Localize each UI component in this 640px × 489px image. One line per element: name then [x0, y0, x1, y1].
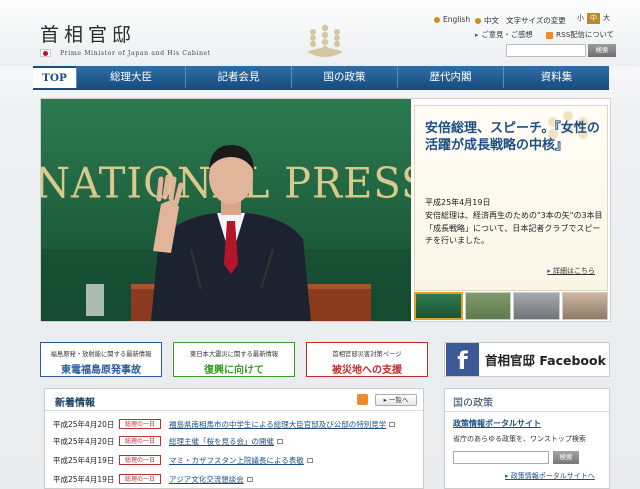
policy-portal-link[interactable]: 政策情報ポータルサイト [453, 418, 541, 429]
news-link[interactable]: 福島県南相馬市の中学生による総理大臣官邸及び公邸の特別見学 [169, 419, 386, 430]
hero-caption-panel: 安倍総理、スピーチ。『女性の活躍が成長戦略の中核』 平成25年4月19日 安倍総… [414, 105, 608, 291]
banner-reconstruction-subtitle: 東日本大震災に関する最新情報 [189, 351, 279, 358]
rss-info-label: RSS配信について [556, 30, 614, 39]
policy-search-button[interactable]: 検索 [553, 451, 579, 464]
banner-disaster-support[interactable]: 首相官邸災害対策ページ 被災地への支援 [306, 342, 428, 377]
policy-portal-more-link[interactable]: ▸ 政策情報ポータルサイトへ [505, 471, 595, 481]
banner-fukushima[interactable]: 福島原発・放射能に関する最新情報 東電福島原発事故 [40, 342, 162, 377]
font-size-small[interactable]: 小 [574, 13, 587, 24]
nav-policy[interactable]: 国の政策 [292, 66, 398, 88]
thumbnail-2[interactable] [464, 292, 511, 320]
hero-feature: NATIONAL PRESS [40, 98, 611, 322]
english-label: English [443, 15, 471, 24]
news-date: 平成25年4月20日 [53, 419, 115, 429]
banner-reconstruction[interactable]: 東日本大震災に関する最新情報 復興に向けて [173, 342, 295, 377]
feedback-label: ご意見・ご感想 [481, 30, 533, 39]
hero-photo[interactable]: NATIONAL PRESS [41, 99, 411, 321]
news-category-badge: 総理の一日 [119, 419, 161, 429]
news-title: 新着情報 [55, 398, 95, 409]
hero-thumbnails [414, 292, 608, 320]
policy-portal-description: 省庁のあらゆる政策を、ワンストップ検索 [453, 435, 586, 443]
news-category-badge: 総理の一日 [119, 455, 161, 465]
site-header: 首相官邸 Prime Minister of Japan and His Cab… [0, 0, 640, 66]
policy-more-label: 政策情報ポータルサイトへ [510, 472, 595, 480]
nav-press-conference[interactable]: 記者会見 [186, 66, 292, 88]
bullet-icon [434, 16, 440, 23]
news-date: 平成25年4月19日 [53, 474, 115, 484]
news-row: 平成25年4月20日 総理の一日 総理主催「桜を見る会」の開催 [53, 434, 283, 448]
policy-search-input[interactable] [453, 451, 549, 464]
font-size-medium[interactable]: 中 [587, 13, 600, 24]
site-logo-title[interactable]: 首相官邸 [40, 20, 136, 47]
arrow-right-icon: ▸ [475, 31, 479, 39]
news-link[interactable]: 総理主催「桜を見る会」の開催 [169, 436, 274, 447]
hero-more-label: 詳細はこちら [553, 267, 595, 275]
news-header: 新着情報 ▸ 一覧へ [45, 389, 423, 411]
site-search-button[interactable]: 検索 [588, 44, 616, 57]
thumbnail-1[interactable] [414, 292, 463, 320]
facebook-icon: f [446, 343, 479, 376]
japan-flag-icon [40, 49, 51, 57]
news-row: 平成25年4月19日 総理の一日 マミ・カザフスタン上院議長による表敬 [53, 453, 313, 467]
nav-top[interactable]: TOP [33, 66, 77, 88]
banner-reconstruction-title: 復興に向けて [204, 365, 264, 376]
banner-disaster-title: 被災地への支援 [332, 365, 402, 376]
font-size-label: 文字サイズの変更 [506, 16, 566, 25]
nav-documents[interactable]: 資料集 [504, 66, 609, 88]
news-date: 平成25年4月19日 [53, 455, 115, 465]
news-link[interactable]: マミ・カザフスタン上院議長による表敬 [169, 455, 304, 466]
news-list-button[interactable]: ▸ 一覧へ [375, 394, 417, 406]
english-link[interactable]: English [434, 15, 470, 24]
facebook-label: 首相官邸 Facebook [485, 353, 606, 368]
divider [445, 411, 609, 412]
external-window-icon [277, 438, 283, 444]
nav-prime-minister[interactable]: 総理大臣 [77, 66, 186, 88]
facebook-banner[interactable]: f 首相官邸 Facebook [444, 342, 610, 377]
rss-icon[interactable] [357, 394, 368, 405]
news-category-badge: 総理の一日 [119, 474, 161, 484]
news-link[interactable]: アジア文化交流懇談会 [169, 474, 244, 485]
banner-disaster-subtitle: 首相官邸災害対策ページ [332, 351, 402, 358]
rss-icon [546, 31, 553, 39]
hero-date: 平成25年4月19日 [425, 198, 491, 207]
news-row: 平成25年4月20日 総理の一日 福島県南相馬市の中学生による総理大臣官邸及び公… [53, 417, 396, 431]
main-nav: TOP 総理大臣 記者会見 国の政策 歴代内閣 資料集 [33, 66, 609, 88]
hero-description: 安倍総理は、経済再生のための"3本の矢"の3本目「成長戦略」について、日本記者ク… [425, 211, 603, 245]
nav-divider [33, 88, 609, 90]
speaker-figure [41, 145, 411, 321]
news-panel: 新着情報 ▸ 一覧へ 平成25年4月20日 総理の一日 福島県南相馬市の中学生に… [44, 388, 424, 489]
news-row: 平成25年4月19日 総理の一日 アジア文化交流懇談会 [53, 472, 253, 486]
chinese-label: 中文 [484, 16, 499, 25]
news-list-label: 一覧へ [388, 396, 409, 404]
external-window-icon [389, 421, 396, 427]
hero-headline[interactable]: 安倍総理、スピーチ。『女性の活躍が成長戦略の中核』 [425, 120, 605, 154]
nav-past-cabinets[interactable]: 歴代内閣 [398, 66, 504, 88]
policy-panel: 国の政策 政策情報ポータルサイト 省庁のあらゆる政策を、ワンストップ検索 検索 … [444, 388, 610, 489]
news-date: 平成25年4月20日 [53, 436, 115, 446]
banner-fukushima-subtitle: 福島原発・放射能に関する最新情報 [50, 351, 152, 358]
thumbnail-4[interactable] [561, 292, 608, 320]
site-search-input[interactable] [506, 44, 586, 57]
external-window-icon [306, 457, 313, 463]
feedback-link[interactable]: ▸ ご意見・ご感想 [475, 30, 533, 40]
banner-fukushima-title: 東電福島原発事故 [61, 365, 141, 376]
rss-info-link[interactable]: RSS配信について [546, 30, 614, 40]
site-logo-subtitle: Prime Minister of Japan and His Cabinet [60, 50, 211, 57]
hero-more-link[interactable]: ▸ 詳細はこちら [547, 266, 595, 276]
external-window-icon [246, 476, 253, 482]
chinese-link[interactable]: 中文 [475, 15, 499, 26]
thumbnail-3[interactable] [513, 292, 560, 320]
font-size-large[interactable]: 大 [600, 13, 613, 24]
paulownia-emblem-icon [307, 24, 343, 57]
policy-title: 国の政策 [453, 398, 493, 409]
bullet-icon [475, 17, 481, 24]
news-category-badge: 総理の一日 [119, 436, 161, 446]
font-size-switcher: 小 中 大 [574, 13, 613, 24]
